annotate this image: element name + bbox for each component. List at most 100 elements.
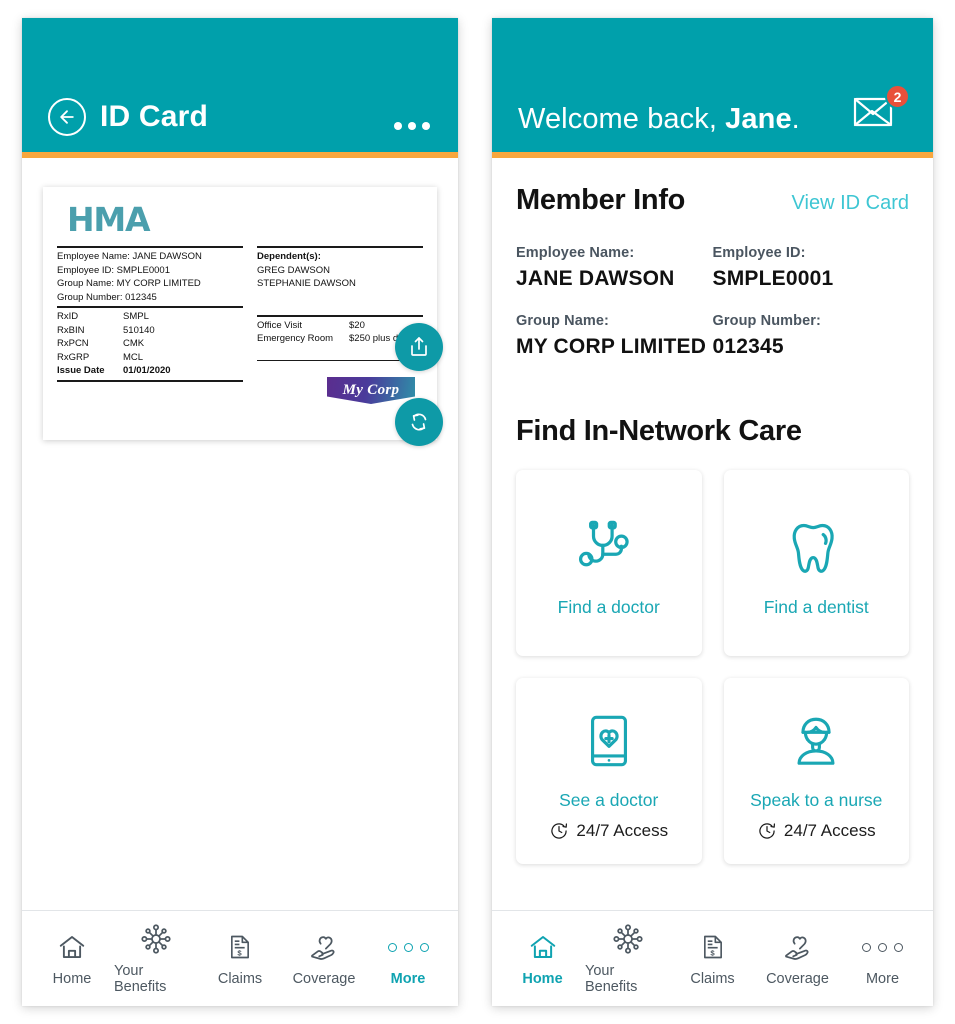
sidebar-item-claims[interactable]: $ Claims	[670, 930, 755, 987]
card-rx-row: Issue Date 01/01/2020	[57, 364, 243, 378]
benefits-network-icon	[612, 922, 644, 956]
card-employee-name: Employee Name: JANE DAWSON	[57, 251, 202, 262]
nurse-icon	[787, 702, 845, 780]
field-value: SMPLE0001	[712, 267, 834, 290]
field-value: JANE DAWSON	[516, 267, 675, 290]
coverage-hand-heart-icon	[308, 930, 340, 964]
svg-text:$: $	[710, 948, 715, 957]
tab-label: Your Benefits	[114, 963, 167, 995]
find-care-title: Find In-Network Care	[516, 415, 802, 447]
flip-card-button[interactable]	[395, 398, 443, 446]
refresh-flip-icon	[411, 413, 427, 431]
tile-sub-label: 24/7 Access	[576, 820, 669, 840]
id-card-body: HMA Employee Name: JANE DAWSON Employee …	[22, 158, 458, 910]
card-benefit-row: Office Visit $20	[257, 319, 423, 333]
card-rx-row: RxGRP MCL	[57, 351, 243, 365]
stethoscope-icon	[578, 509, 640, 587]
tile-speak-to-a-nurse[interactable]: Speak to a nurse 24/7 Access	[723, 678, 909, 864]
tab-label: Claims	[217, 971, 263, 987]
dependents-heading: Dependent(s):	[257, 251, 321, 262]
card-employee-id: Employee ID: SMPLE0001	[57, 264, 171, 276]
benefit-value: $20	[349, 319, 365, 331]
divider	[257, 246, 423, 248]
dependent-name: GREG DAWSON	[257, 264, 331, 276]
id-card-header: ID Card	[22, 18, 458, 158]
sidebar-item-your-benefits[interactable]: Your Benefits	[114, 922, 198, 995]
member-info-grid: Employee Name: JANE DAWSON Employee ID: …	[516, 245, 909, 359]
tab-label: Home	[52, 971, 92, 987]
benefit-key: Office Visit	[257, 319, 303, 331]
more-options-button[interactable]	[392, 116, 432, 136]
dependent-name: STEPHANIE DAWSON	[257, 278, 356, 289]
greeting-prefix: Welcome back,	[518, 103, 726, 135]
welcome-greeting: Welcome back, Jane.	[518, 103, 800, 136]
back-button[interactable]	[48, 98, 86, 136]
member-info-field: Employee Name: JANE DAWSON	[516, 245, 713, 291]
sidebar-item-home[interactable]: Home	[30, 930, 114, 987]
screenshot-root: ID Card HMA Employee Name: JANE DAWSON E…	[0, 0, 955, 1024]
tab-label: Claims	[690, 971, 735, 987]
sidebar-item-claims[interactable]: $ Claims	[198, 930, 282, 987]
field-label: Group Name:	[516, 313, 609, 329]
divider	[57, 306, 243, 308]
header-left-group: ID Card	[48, 98, 208, 136]
member-info-field: Group Number: 012345	[713, 313, 910, 359]
tile-label: Find a dentist	[763, 596, 869, 617]
rx-value: 510140	[123, 324, 155, 336]
rx-value: SMPL	[123, 311, 149, 322]
sidebar-item-more[interactable]: More	[840, 930, 925, 987]
employer-logo: My Corp	[327, 377, 415, 404]
clock-icon	[551, 822, 568, 839]
more-horizontal-icon	[394, 122, 402, 130]
sidebar-item-home[interactable]: Home	[500, 930, 585, 987]
tile-availability: 24/7 Access	[757, 821, 876, 841]
view-id-card-link[interactable]: View ID Card	[792, 192, 909, 215]
rx-key: RxBIN	[57, 324, 85, 336]
phone-heart-icon	[580, 702, 638, 780]
arrow-left-icon	[60, 110, 74, 124]
tab-label: More	[390, 971, 426, 987]
card-right-column: Dependent(s): GREG DAWSON STEPHANIE DAWS…	[257, 244, 436, 384]
employer-logo-text: My Corp	[327, 377, 415, 404]
divider	[257, 314, 423, 317]
insurance-id-card: HMA Employee Name: JANE DAWSON Employee …	[43, 187, 437, 440]
card-rx-row: RxBIN 510140	[57, 324, 243, 338]
messages-button[interactable]: 2	[851, 84, 910, 136]
tile-find-a-dentist[interactable]: Find a dentist	[723, 470, 909, 656]
tile-see-a-doctor[interactable]: See a doctor 24/7 Access	[516, 678, 702, 864]
share-button[interactable]	[395, 323, 443, 371]
home-icon	[57, 930, 87, 964]
more-dots-icon	[387, 930, 429, 964]
benefit-key: Emergency Room	[257, 333, 334, 344]
svg-text:$: $	[237, 948, 242, 957]
messages-badge: 2	[885, 84, 910, 109]
sidebar-item-more[interactable]: More	[366, 930, 450, 987]
sidebar-item-coverage[interactable]: Coverage	[755, 930, 840, 987]
tile-label: See a doctor	[559, 789, 659, 810]
tab-label: Coverage	[766, 971, 829, 987]
tile-find-a-doctor[interactable]: Find a doctor	[516, 470, 702, 656]
member-info-field: Group Name: MY CORP LIMITED	[516, 313, 713, 359]
home-body: Member Info View ID Card Employee Name: …	[492, 158, 933, 910]
rx-value: 01/01/2020	[123, 365, 171, 376]
claims-document-dollar-icon: $	[226, 930, 254, 964]
sidebar-item-your-benefits[interactable]: Your Benefits	[585, 922, 670, 995]
tooth-icon	[785, 509, 847, 587]
member-info-title: Member Info	[516, 184, 686, 216]
rx-key: RxGRP	[57, 351, 90, 363]
rx-value: CMK	[123, 338, 145, 349]
tab-label: Your Benefits	[585, 963, 638, 995]
tile-label: Speak to a nurse	[750, 789, 883, 810]
benefits-network-icon	[140, 922, 172, 956]
tile-sub-label: 24/7 Access	[783, 820, 876, 840]
home-screen: Welcome back, Jane. 2 Member Info View I…	[492, 18, 933, 1006]
sidebar-item-coverage[interactable]: Coverage	[282, 930, 366, 987]
tab-label: Coverage	[292, 971, 356, 987]
divider	[57, 379, 243, 382]
hma-logo: HMA	[67, 200, 151, 239]
field-label: Group Number:	[712, 313, 821, 329]
card-columns: Employee Name: JANE DAWSON Employee ID: …	[57, 244, 436, 384]
tab-label: More	[865, 971, 900, 987]
member-info-header: Member Info View ID Card	[516, 184, 909, 217]
